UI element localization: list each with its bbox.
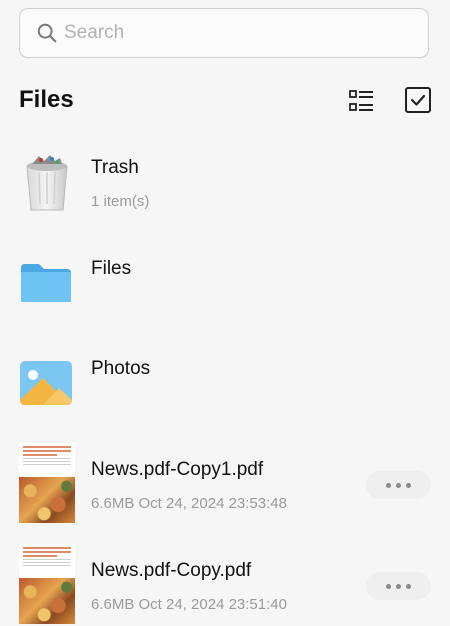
search-placeholder: Search bbox=[64, 22, 125, 43]
item-name: Photos bbox=[91, 358, 151, 379]
search-bar[interactable]: Search bbox=[19, 8, 429, 58]
more-dots-icon bbox=[406, 482, 411, 488]
list-item-files-folder[interactable]: Files bbox=[0, 252, 450, 312]
list-item-photos[interactable]: Photos bbox=[0, 352, 450, 412]
item-name: Files bbox=[91, 258, 132, 279]
more-dots-icon bbox=[386, 482, 391, 488]
trash-bin-icon bbox=[26, 155, 68, 211]
more-dots-icon bbox=[386, 583, 391, 589]
list-view-icon[interactable] bbox=[348, 88, 374, 114]
photo-album-icon bbox=[20, 361, 72, 405]
item-meta: 6.6MB Oct 24, 2024 23:51:40 bbox=[91, 596, 287, 613]
more-options-button[interactable] bbox=[366, 471, 431, 499]
list-item-pdf[interactable]: News.pdf-Copy.pdf 6.6MB Oct 24, 2024 23:… bbox=[0, 544, 450, 626]
item-meta: 1 item(s) bbox=[91, 193, 150, 210]
item-meta: 6.6MB Oct 24, 2024 23:53:48 bbox=[91, 495, 287, 512]
select-checkbox-icon[interactable] bbox=[404, 86, 432, 114]
item-name: Trash bbox=[91, 157, 139, 178]
list-item-pdf[interactable]: News.pdf-Copy1.pdf 6.6MB Oct 24, 2024 23… bbox=[0, 443, 450, 525]
search-icon bbox=[37, 23, 57, 43]
pdf-thumbnail bbox=[19, 443, 75, 523]
more-dots-icon bbox=[396, 482, 401, 488]
item-name: News.pdf-Copy.pdf bbox=[91, 560, 252, 581]
more-options-button[interactable] bbox=[366, 572, 431, 600]
item-name: News.pdf-Copy1.pdf bbox=[91, 459, 264, 480]
more-dots-icon bbox=[406, 583, 411, 589]
pdf-thumbnail bbox=[19, 544, 75, 624]
list-item-trash[interactable]: Trash 1 item(s) bbox=[0, 150, 450, 220]
more-dots-icon bbox=[396, 583, 401, 589]
folder-icon bbox=[21, 264, 71, 302]
page-title: Files bbox=[19, 86, 74, 113]
